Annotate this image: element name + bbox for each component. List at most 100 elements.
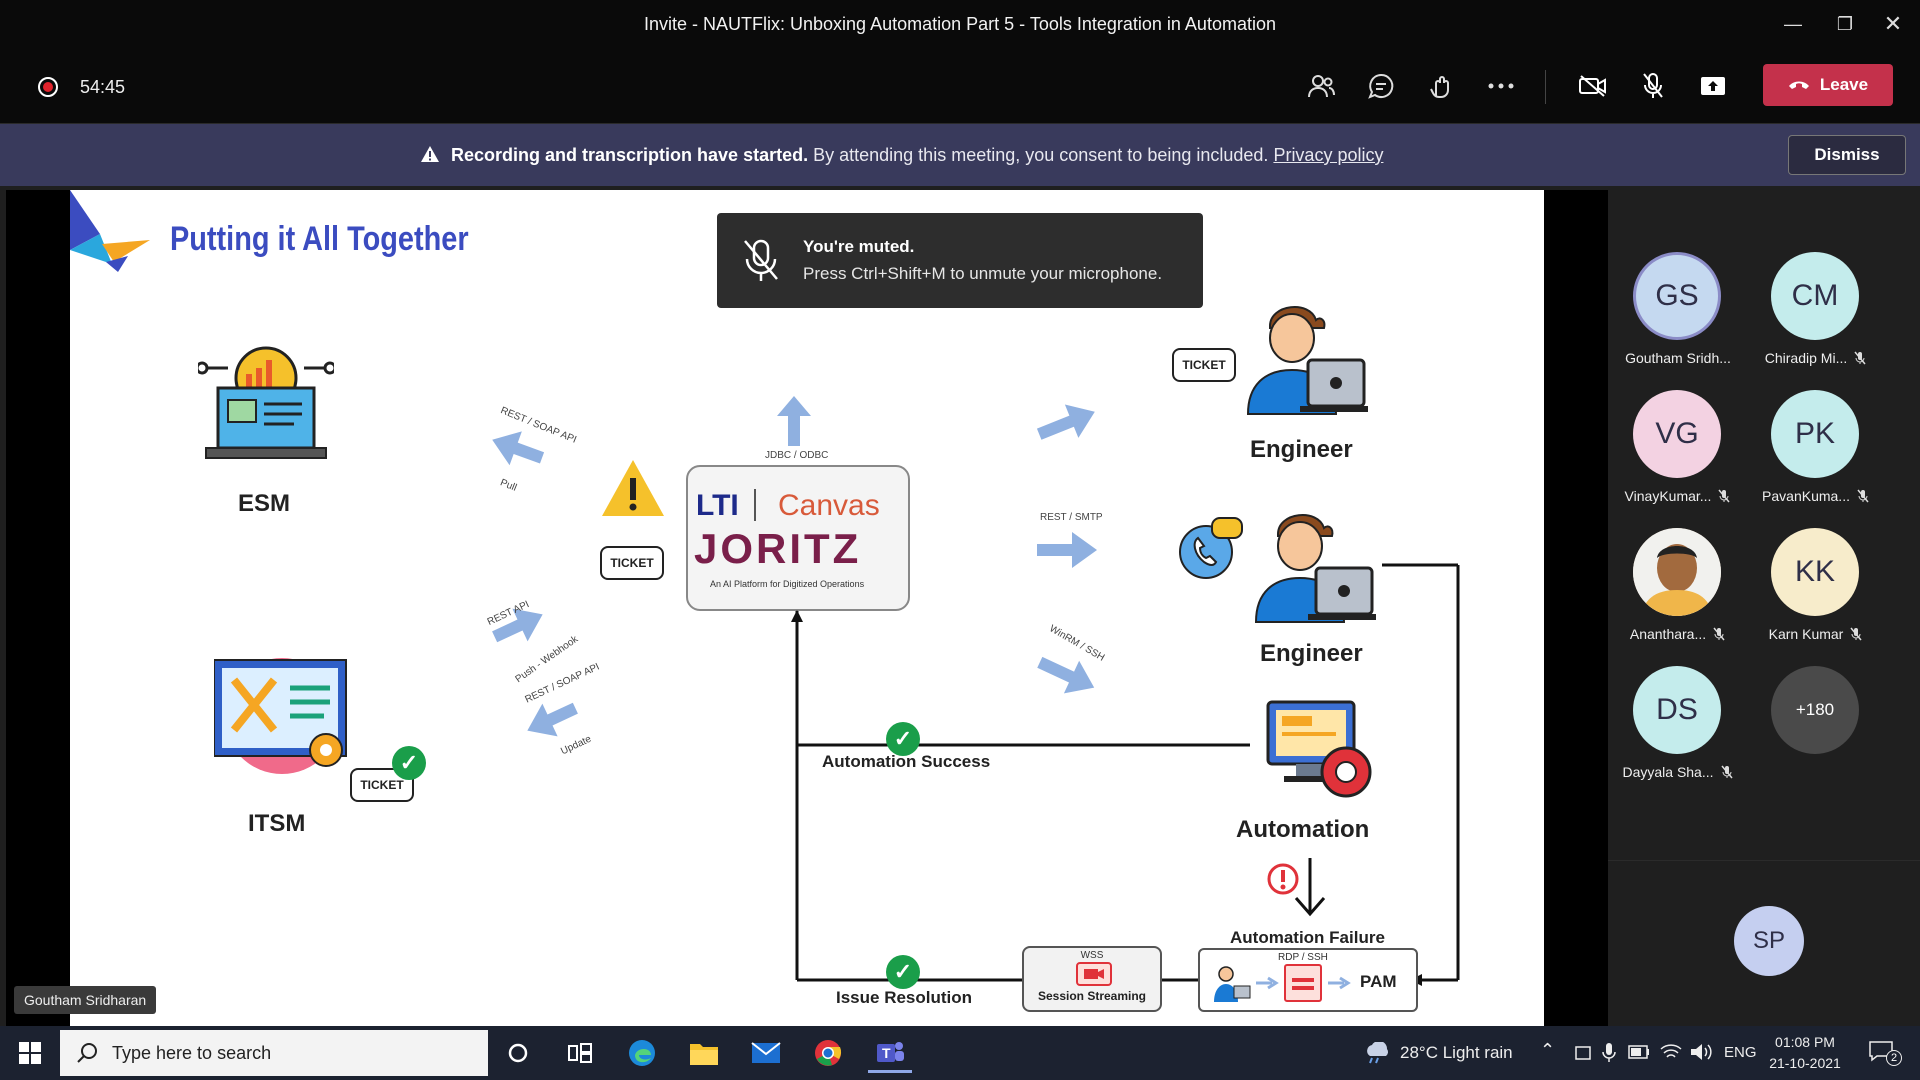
chrome-icon <box>815 1040 842 1066</box>
windows-taskbar: Type here to search T 28°C Light rain ⌃ … <box>0 1026 1920 1080</box>
weather-text[interactable]: 28°C Light rain <box>1400 1043 1513 1063</box>
pam-arrow-icon <box>1256 976 1279 990</box>
mic-off-icon <box>1643 73 1663 98</box>
video-stream-icon <box>1076 962 1112 986</box>
edge-icon <box>629 1040 655 1066</box>
restore-button[interactable]: ❐ <box>1825 8 1865 40</box>
banner-text: By attending this meeting, you consent t… <box>813 145 1269 165</box>
raise-hand-icon <box>1430 76 1449 98</box>
people-icon <box>1308 75 1335 98</box>
chat-icon <box>1368 73 1394 99</box>
success-check-icon: ✓ <box>886 722 920 756</box>
cortana-button[interactable] <box>496 1033 540 1073</box>
tray-mic-icon[interactable] <box>1602 1042 1616 1064</box>
automation-success-label: Automation Success <box>822 752 991 771</box>
file-explorer-app[interactable] <box>682 1033 726 1073</box>
clock-time: 01:08 PM <box>1775 1034 1835 1050</box>
taskbar-clock[interactable]: 01:08 PM 21-10-2021 <box>1755 1032 1855 1074</box>
share-screen-button[interactable] <box>1693 68 1733 104</box>
hangup-icon <box>1788 81 1809 89</box>
participant-name: Goutham Sridh... <box>1625 350 1731 366</box>
avatar: CM <box>1771 252 1859 340</box>
privacy-policy-link[interactable]: Privacy policy <box>1273 145 1383 165</box>
teams-icon: T <box>877 1041 904 1062</box>
self-avatar: SP <box>1734 906 1804 976</box>
notification-center-button[interactable]: 2 <box>1868 1040 1904 1068</box>
chat-button[interactable] <box>1361 68 1401 104</box>
recording-banner: Recording and transcription have started… <box>0 124 1920 186</box>
leave-label: Leave <box>1819 75 1869 94</box>
avatar: KK <box>1771 528 1859 616</box>
chrome-app[interactable] <box>806 1033 850 1073</box>
participant-tile[interactable]: PK PavanKuma... <box>1746 390 1886 530</box>
avatar: PK <box>1771 390 1859 478</box>
participant-tile[interactable]: Ananthara... <box>1608 528 1748 668</box>
session-streaming-label: Session Streaming <box>1037 989 1147 1003</box>
avatar-photo <box>1633 528 1721 616</box>
mic-muted-icon <box>1718 489 1731 503</box>
banner-bold: Recording and transcription have started… <box>451 145 809 165</box>
roster-divider <box>1608 860 1920 861</box>
participants-button[interactable] <box>1301 68 1341 104</box>
mic-muted-icon <box>1854 351 1866 365</box>
flow-arrowhead-up <box>791 610 803 622</box>
windows-logo-icon <box>19 1042 41 1064</box>
tray-app-icon[interactable] <box>1574 1044 1592 1062</box>
reactions-button[interactable] <box>1421 68 1461 104</box>
tray-overflow-chevron-icon[interactable]: ⌃ <box>1540 1040 1555 1061</box>
cortana-icon <box>508 1043 528 1063</box>
svg-text:T: T <box>882 1045 891 1061</box>
mic-muted-icon <box>1857 489 1869 503</box>
pam-user-icon <box>1214 966 1251 1002</box>
participant-tile[interactable]: CM Chiradip Mi... <box>1746 252 1886 392</box>
participant-tile[interactable]: KK Karn Kumar <box>1746 528 1886 668</box>
flow-lines <box>791 563 1460 986</box>
task-view-icon <box>568 1043 592 1063</box>
presenter-name-tag: Goutham Sridharan <box>14 986 157 1014</box>
clock-date: 21-10-2021 <box>1769 1055 1841 1071</box>
self-tile[interactable]: SP <box>1700 906 1840 1046</box>
close-button[interactable]: ✕ <box>1873 8 1913 40</box>
overflow-count: +180 <box>1771 666 1859 754</box>
mail-icon <box>751 1042 781 1063</box>
participant-name: Karn Kumar <box>1746 626 1886 642</box>
leave-button[interactable]: Leave <box>1763 64 1893 106</box>
participant-tile[interactable]: DS Dayyala Sha... <box>1608 666 1748 806</box>
participant-gallery: GS Goutham Sridh... CM Chiradip Mi... VG… <box>1608 190 1920 1026</box>
wifi-icon[interactable] <box>1660 1043 1682 1061</box>
minimize-button[interactable]: — <box>1773 8 1813 40</box>
camera-toggle[interactable] <box>1573 68 1613 104</box>
avatar: VG <box>1633 390 1721 478</box>
edge-app[interactable] <box>620 1033 664 1073</box>
participant-name: VinayKumar... <box>1608 488 1748 504</box>
participant-name: PavanKuma... <box>1746 488 1886 504</box>
folder-icon <box>690 1044 718 1065</box>
muted-notification: You're muted. Press Ctrl+Shift+M to unmu… <box>717 213 1203 308</box>
participant-tile[interactable]: GS Goutham Sridh... <box>1608 252 1748 392</box>
proto-wss: WSS <box>1080 950 1104 961</box>
teams-app[interactable]: T <box>868 1033 912 1073</box>
more-icon <box>1488 83 1514 89</box>
avatar: GS <box>1633 252 1721 340</box>
mail-app[interactable] <box>744 1033 788 1073</box>
taskbar-search[interactable]: Type here to search <box>60 1030 488 1076</box>
battery-icon[interactable] <box>1628 1045 1650 1059</box>
camera-off-icon <box>1579 75 1606 97</box>
task-view-button[interactable] <box>558 1033 602 1073</box>
mic-toggle[interactable] <box>1633 68 1673 104</box>
window-title: Invite - NAUTFlix: Unboxing Automation P… <box>644 14 1276 34</box>
warning-icon <box>421 146 439 162</box>
volume-icon[interactable] <box>1690 1043 1712 1061</box>
dismiss-button[interactable]: Dismiss <box>1788 135 1906 175</box>
more-participants-tile[interactable]: +180 <box>1746 666 1886 806</box>
pam-label: PAM <box>1360 972 1397 991</box>
search-placeholder: Type here to search <box>112 1042 272 1063</box>
toolbar-divider <box>1545 70 1546 104</box>
language-indicator[interactable]: ENG <box>1724 1044 1757 1061</box>
participant-tile[interactable]: VG VinayKumar... <box>1608 390 1748 530</box>
participant-name: Ananthara... <box>1608 626 1748 642</box>
more-actions-button[interactable] <box>1481 68 1521 104</box>
start-button[interactable] <box>8 1033 52 1073</box>
notification-count: 2 <box>1886 1050 1902 1066</box>
participant-name: Chiradip Mi... <box>1746 350 1886 366</box>
